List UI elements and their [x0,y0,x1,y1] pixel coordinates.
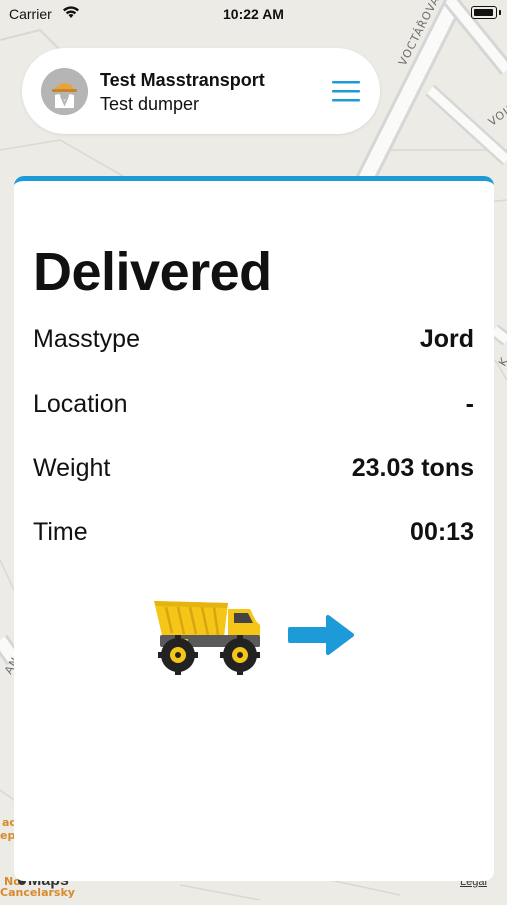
delivery-illustration [152,595,356,675]
clock: 10:22 AM [223,6,284,22]
delivery-card: Delivered Masstype Jord Location - Weigh… [14,176,494,881]
weight-value: 23.03 tons [351,454,474,482]
location-value: - [465,390,474,418]
arrow-right-icon [288,615,354,655]
vehicle-name: Test dumper [100,94,200,114]
menu-button[interactable] [330,79,362,103]
weight-label: Weight [33,454,111,482]
info-row-masstype: Masstype Jord [33,325,474,359]
time-label: Time [33,518,88,546]
helmet-avatar-icon [41,68,88,115]
masstype-value: Jord [419,325,474,353]
dump-truck-icon [154,601,260,675]
status-bar: Carrier 10:22 AM [0,0,507,30]
info-row-weight: Weight 23.03 tons [33,454,474,488]
hamburger-icon [332,81,360,102]
delivery-status-title: Delivered [33,242,272,302]
company-name: Test Masstransport [100,70,265,90]
vehicle-header: Test Masstransport Test dumper [22,48,380,134]
battery-icon [471,6,497,19]
masstype-label: Masstype [33,325,140,353]
info-row-time: Time 00:13 [33,518,474,552]
info-row-location: Location - [33,390,474,424]
time-value: 00:13 [410,518,474,546]
location-label: Location [33,390,128,418]
battery-tip [499,10,501,15]
